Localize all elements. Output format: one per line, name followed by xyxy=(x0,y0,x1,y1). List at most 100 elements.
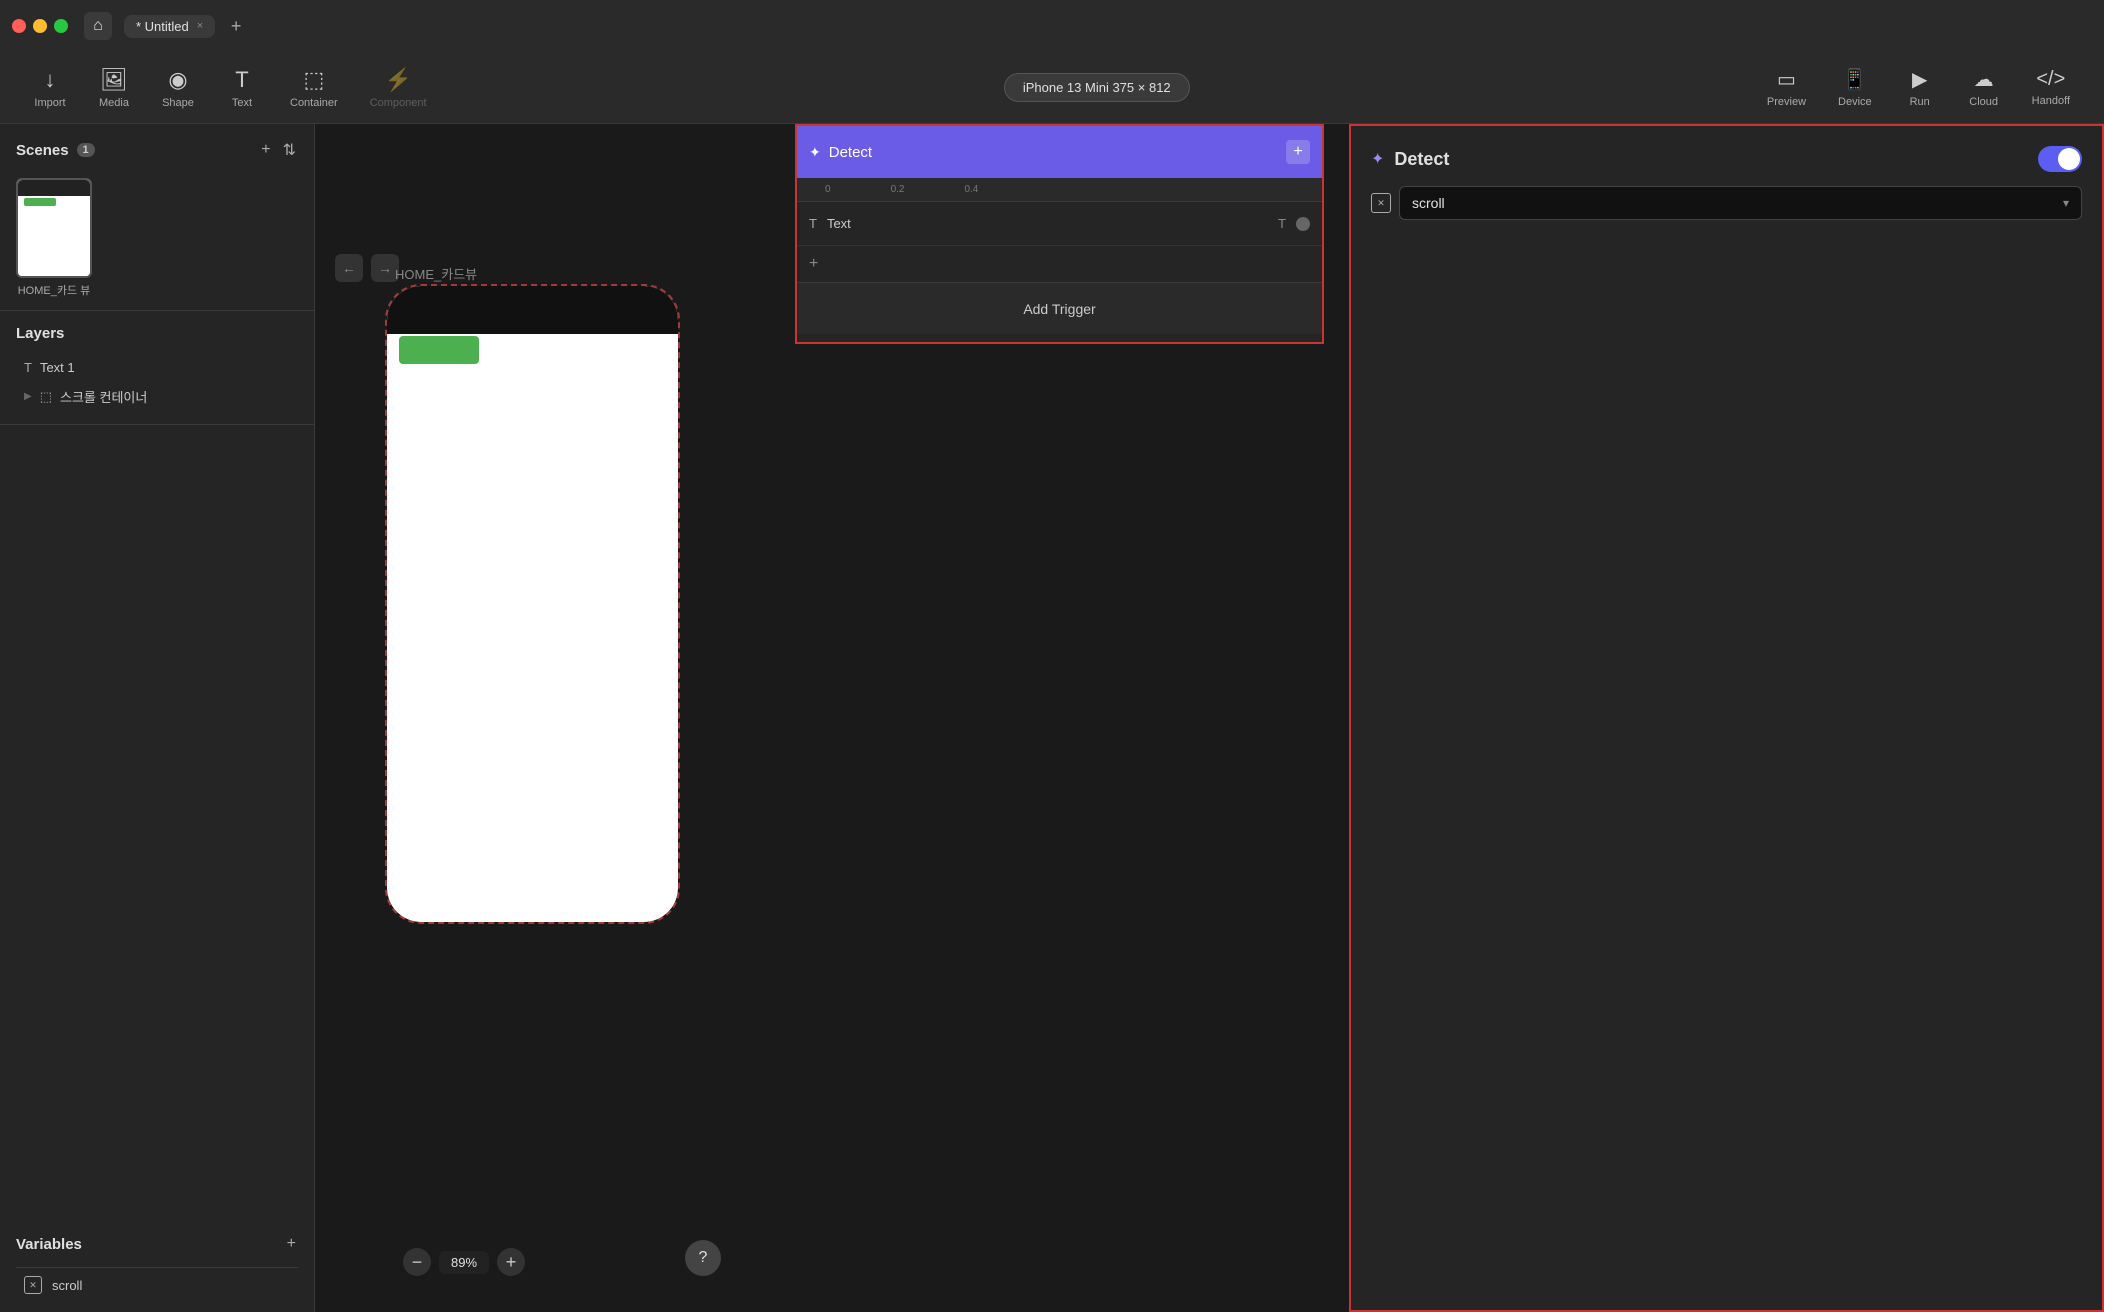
shape-icon: ◉ xyxy=(168,67,187,93)
home-icon[interactable]: ⌂ xyxy=(84,12,112,40)
detect-header: ✦ Detect + xyxy=(797,126,1322,178)
toolbar-right: ▭ Preview 📱 Device ▶ Run ☁ Cloud </> Han… xyxy=(1753,61,2084,114)
scene-thumbnail[interactable] xyxy=(16,178,92,278)
scroll-select-dropdown[interactable]: scroll ▾ xyxy=(1399,186,2082,220)
run-icon: ▶ xyxy=(1912,67,1927,92)
run-tool[interactable]: ▶ Run xyxy=(1890,61,1950,114)
add-variable-button[interactable]: + xyxy=(285,1233,298,1255)
layers-section: Layers T Text 1 ▶ ⬚ 스크롤 컨테이너 xyxy=(0,311,314,425)
handoff-label: Handoff xyxy=(2032,95,2070,107)
right-panel-title: Detect xyxy=(1394,149,2028,170)
timeline-dot xyxy=(1296,217,1310,231)
toggle-knob xyxy=(2058,148,2080,170)
device-label: Device xyxy=(1838,96,1872,108)
component-icon: ⚡ xyxy=(384,67,411,93)
timeline-text-row[interactable]: T Text T xyxy=(797,202,1322,246)
component-label: Component xyxy=(370,97,427,109)
maximize-button[interactable] xyxy=(54,19,68,33)
nav-arrows: ← → xyxy=(335,254,399,282)
tab-add-button[interactable]: + xyxy=(223,13,249,39)
tab-untitled[interactable]: * Untitled × xyxy=(124,15,215,38)
canvas-area[interactable]: ← → HOME_카드뷰 − 89% + ? xyxy=(315,124,2104,1312)
layer-scroll-container[interactable]: ▶ ⬚ 스크롤 컨테이너 xyxy=(16,381,298,412)
scroll-select-row: ✕ scroll ▾ xyxy=(1371,186,2082,220)
help-button[interactable]: ? xyxy=(685,1240,721,1276)
handoff-icon: </> xyxy=(2036,68,2065,91)
scenes-section: Scenes 1 + ⇅ HOME_카드 뷰 xyxy=(0,124,314,311)
add-trigger-label: Add Trigger xyxy=(1023,301,1095,317)
right-properties-panel: ✦ Detect ✕ scroll ▾ xyxy=(1349,124,2104,1312)
variable-scroll[interactable]: ✕ scroll xyxy=(16,1270,298,1300)
zoom-in-button[interactable]: + xyxy=(497,1248,525,1276)
timeline-plus-icon: + xyxy=(809,255,818,273)
preview-label: Preview xyxy=(1767,96,1806,108)
import-tool[interactable]: ↓ Import xyxy=(20,61,80,115)
close-button[interactable] xyxy=(12,19,26,33)
layer-expand-icon[interactable]: ▶ xyxy=(24,391,32,402)
detect-panel-title: Detect xyxy=(829,144,872,161)
phone-green-card xyxy=(399,336,479,364)
phone-notch xyxy=(387,286,678,334)
text-layer-icon: T xyxy=(24,360,32,375)
minimize-button[interactable] xyxy=(33,19,47,33)
timeline-row-text-label: Text xyxy=(827,216,1268,231)
layer-text1-label: Text 1 xyxy=(40,360,75,375)
add-trigger-row[interactable]: Add Trigger xyxy=(797,282,1322,334)
main: Scenes 1 + ⇅ HOME_카드 뷰 xyxy=(0,124,2104,1312)
variables-header: Variables + xyxy=(16,1233,298,1255)
component-tool[interactable]: ⚡ Component xyxy=(356,61,441,115)
ruler-mark-04: 0.4 xyxy=(964,184,978,195)
device-tool[interactable]: 📱 Device xyxy=(1824,61,1886,114)
text-tool[interactable]: T Text xyxy=(212,61,272,115)
media-tool[interactable]: 🖼 Media xyxy=(84,61,144,115)
layer-scroll-label: 스크롤 컨테이너 xyxy=(60,387,147,406)
detect-add-button[interactable]: + xyxy=(1286,140,1310,164)
phone-interior xyxy=(387,286,678,922)
import-icon: ↓ xyxy=(45,67,56,93)
right-panel-header: ✦ Detect xyxy=(1371,146,2082,172)
traffic-lights xyxy=(12,19,68,33)
device-icon: 📱 xyxy=(1842,67,1867,92)
var-separator xyxy=(16,1267,298,1268)
layers-header: Layers xyxy=(16,325,298,342)
tab-label: * Untitled xyxy=(136,19,189,34)
scroll-select-label: scroll xyxy=(1412,195,1445,211)
media-icon: 🖼 xyxy=(100,67,128,93)
canvas-label: HOME_카드뷰 xyxy=(395,264,477,283)
timeline-row-end-icon: T xyxy=(1278,216,1286,231)
toolbar: ↓ Import 🖼 Media ◉ Shape T Text ⬚ Contai… xyxy=(0,52,2104,124)
cloud-icon: ☁ xyxy=(1974,67,1994,92)
add-scene-button[interactable]: + xyxy=(259,139,272,161)
preview-tool[interactable]: ▭ Preview xyxy=(1753,61,1820,114)
layer-text1[interactable]: T Text 1 xyxy=(16,354,298,381)
scene-name: HOME_카드 뷰 xyxy=(16,284,92,298)
container-icon: ⬚ xyxy=(303,67,324,93)
scenes-actions: + ⇅ xyxy=(259,138,298,162)
container-layer-icon: ⬚ xyxy=(40,389,52,405)
tab-close-icon[interactable]: × xyxy=(197,20,203,32)
detect-toggle[interactable] xyxy=(2038,146,2082,172)
media-label: Media xyxy=(99,97,129,109)
zoom-out-button[interactable]: − xyxy=(403,1248,431,1276)
ruler-mark-0: 0 xyxy=(825,184,831,195)
shape-tool[interactable]: ◉ Shape xyxy=(148,61,208,115)
scene-inner xyxy=(18,180,90,276)
sort-scenes-button[interactable]: ⇅ xyxy=(281,138,298,162)
phone-frame xyxy=(385,284,680,924)
cloud-tool[interactable]: ☁ Cloud xyxy=(1954,61,2014,114)
detect-timeline-panel: ✦ Detect + 0 0.2 0.4 T Text T xyxy=(795,124,1324,344)
handoff-tool[interactable]: </> Handoff xyxy=(2018,62,2084,113)
scenes-title: Scenes 1 xyxy=(16,142,95,159)
run-label: Run xyxy=(1910,96,1930,108)
preview-icon: ▭ xyxy=(1777,67,1796,92)
device-selector[interactable]: iPhone 13 Mini 375 × 812 xyxy=(1004,73,1190,102)
ruler-mark-02: 0.2 xyxy=(891,184,905,195)
timeline-add-row[interactable]: + xyxy=(797,246,1322,282)
text-icon: T xyxy=(235,67,248,93)
container-tool[interactable]: ⬚ Container xyxy=(276,61,352,115)
scenes-header: Scenes 1 + ⇅ xyxy=(16,138,298,162)
container-label: Container xyxy=(290,97,338,109)
variables-title: Variables xyxy=(16,1236,82,1253)
zoom-controls: − 89% + xyxy=(403,1248,525,1276)
nav-back-button[interactable]: ← xyxy=(335,254,363,282)
